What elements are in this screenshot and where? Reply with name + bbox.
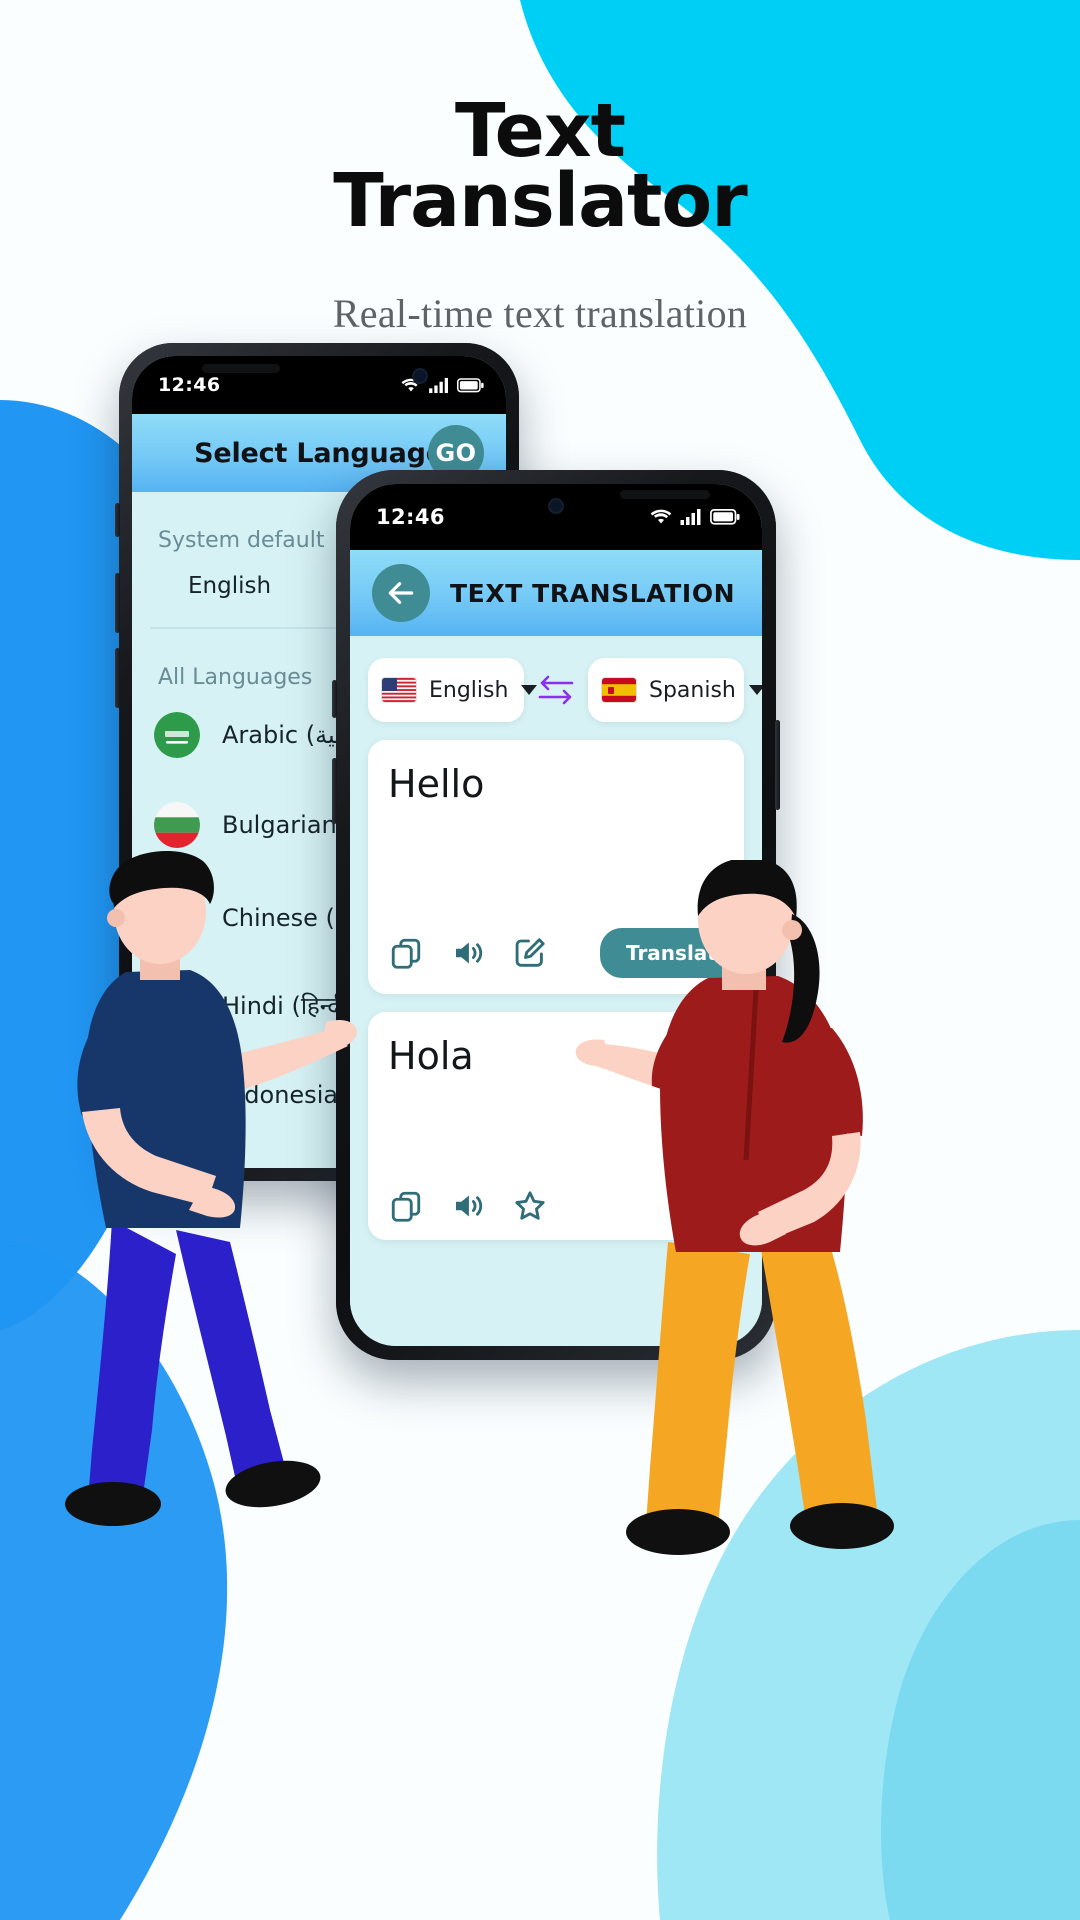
signal-bars-icon	[680, 509, 701, 525]
flag-saudi-arabia-icon	[154, 712, 200, 758]
flag-spain-icon	[602, 678, 636, 702]
phone-volume-up-button	[332, 758, 337, 824]
copy-icon[interactable]	[388, 1188, 424, 1224]
arrow-left-icon	[388, 582, 414, 604]
earpiece-speaker	[202, 364, 280, 373]
speaker-icon[interactable]	[450, 1188, 486, 1224]
copy-icon[interactable]	[388, 935, 424, 971]
front-camera	[548, 498, 564, 514]
page-title: Text Translator	[0, 94, 1080, 245]
status-time: 12:46	[376, 505, 445, 529]
speaker-icon[interactable]	[450, 935, 486, 971]
earpiece-speaker	[620, 490, 710, 499]
battery-icon	[710, 509, 740, 525]
appbar-title: TEXT TRANSLATION	[450, 578, 736, 608]
edit-icon[interactable]	[512, 935, 548, 971]
source-language-selector[interactable]: English	[368, 658, 538, 722]
flag-bulgaria-icon	[154, 802, 200, 848]
star-icon[interactable]	[512, 1188, 548, 1224]
title-line-2: Translator	[333, 158, 748, 245]
illustration-person-left	[65, 850, 358, 1526]
swap-languages-button[interactable]	[534, 670, 578, 710]
source-language-label: English	[429, 677, 509, 703]
page-subtitle: Real-time text translation	[332, 291, 748, 336]
wifi-icon	[650, 509, 672, 524]
phone-side-button	[332, 680, 337, 718]
phone-side-button	[115, 503, 120, 537]
phone-volume-up-button	[115, 573, 120, 633]
battery-icon	[457, 377, 484, 392]
signal-bars-icon	[429, 377, 448, 393]
poster-canvas: Text Translator Real-time text translati…	[0, 0, 1080, 1920]
target-language-selector[interactable]: Spanish	[588, 658, 762, 722]
language-selector-bar: English Spanish	[368, 658, 762, 722]
phone-volume-down-button	[115, 648, 120, 708]
appbar-title: Select Language	[194, 437, 444, 469]
back-button[interactable]	[372, 564, 430, 622]
phone-power-button	[775, 720, 780, 810]
chevron-down-icon	[748, 685, 762, 695]
status-icons	[649, 508, 740, 526]
target-language-label: Spanish	[649, 677, 736, 703]
status-bar: 12:46	[132, 356, 506, 414]
status-bar: 12:46	[350, 484, 762, 550]
app-header-text-translation: TEXT TRANSLATION	[350, 550, 762, 636]
illustration-person-right	[575, 860, 894, 1555]
flag-usa-icon	[382, 678, 416, 702]
swap-arrows-icon	[538, 675, 574, 705]
status-time: 12:46	[158, 374, 221, 396]
front-camera	[412, 368, 428, 384]
